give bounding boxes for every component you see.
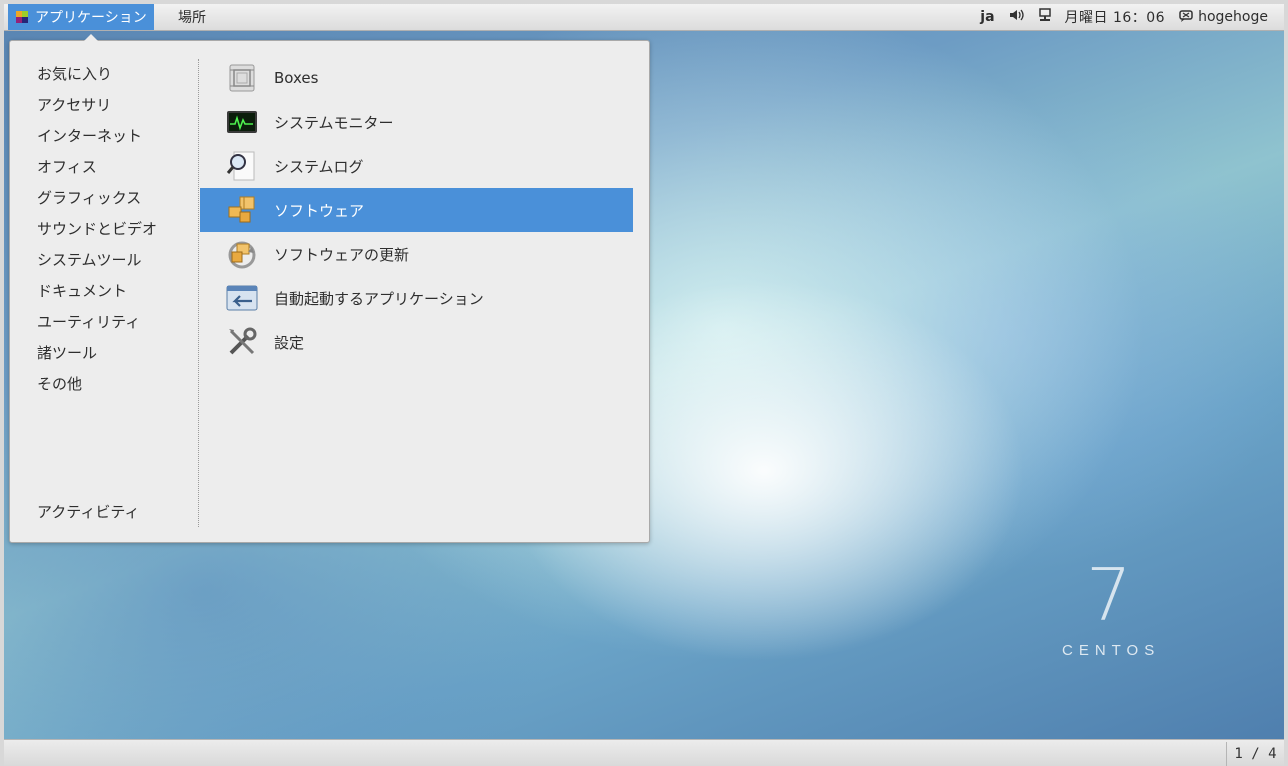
places-label: 場所 bbox=[178, 10, 206, 26]
centos-wordmark: CENTOS bbox=[1062, 642, 1161, 659]
boxes-icon bbox=[226, 62, 258, 94]
startup-apps-icon bbox=[226, 282, 258, 314]
places-menu-button[interactable]: 場所 bbox=[170, 4, 214, 30]
input-method-indicator[interactable]: ja bbox=[980, 9, 994, 25]
app-label: システムモニター bbox=[274, 113, 394, 132]
system-tray: ja 月曜日 16：06 hogehoge bbox=[966, 4, 1268, 30]
clock[interactable]: 月曜日 16：06 bbox=[1065, 7, 1166, 27]
category-internet[interactable]: インターネット bbox=[10, 121, 198, 152]
applications-menu-button[interactable]: アプリケーション bbox=[8, 4, 154, 30]
app-item-settings[interactable]: 設定 bbox=[200, 320, 633, 364]
user-menu[interactable]: hogehoge bbox=[1179, 9, 1268, 25]
app-label: ソフトウェア bbox=[274, 201, 365, 220]
user-status-icon bbox=[1179, 9, 1193, 25]
centos-version-number: 7 bbox=[1086, 553, 1132, 637]
centos-logo-icon bbox=[16, 11, 28, 23]
menu-separator bbox=[198, 59, 199, 527]
system-log-icon bbox=[226, 150, 258, 182]
volume-icon[interactable] bbox=[1009, 8, 1025, 26]
category-documents[interactable]: ドキュメント bbox=[10, 276, 198, 307]
category-graphics[interactable]: グラフィックス bbox=[10, 183, 198, 214]
category-sound-video[interactable]: サウンドとビデオ bbox=[10, 214, 198, 245]
menu-pointer-arrow bbox=[84, 34, 98, 41]
category-accessories[interactable]: アクセサリ bbox=[10, 90, 198, 121]
category-other[interactable]: その他 bbox=[10, 369, 198, 400]
category-list: お気に入り アクセサリ インターネット オフィス グラフィックス サウンドとビデ… bbox=[10, 59, 198, 400]
app-label: ソフトウェアの更新 bbox=[274, 245, 410, 264]
software-icon bbox=[226, 194, 258, 226]
category-favorites[interactable]: お気に入り bbox=[10, 59, 198, 90]
bottom-panel: 1 / 4 bbox=[4, 739, 1284, 766]
app-label: システムログ bbox=[274, 157, 364, 176]
category-sundry[interactable]: 諸ツール bbox=[10, 338, 198, 369]
software-update-icon bbox=[226, 238, 258, 270]
top-panel: アプリケーション 場所 ja 月曜日 16：06 hogehoge bbox=[4, 4, 1284, 31]
workspace-switcher[interactable]: 1 / 4 bbox=[1226, 742, 1284, 766]
user-name: hogehoge bbox=[1198, 9, 1268, 25]
app-item-system-monitor[interactable]: システムモニター bbox=[200, 100, 633, 144]
screen: アプリケーション 場所 ja 月曜日 16：06 hogehoge 7 CENT… bbox=[0, 0, 1288, 766]
app-item-software[interactable]: ソフトウェア bbox=[200, 188, 633, 232]
app-list: Boxes システムモニター システムログ ソフトウェア ソフトウェアの更新 自… bbox=[200, 56, 633, 364]
app-item-startup-applications[interactable]: 自動起動するアプリケーション bbox=[200, 276, 633, 320]
activities-overview-item[interactable]: アクティビティ bbox=[37, 501, 139, 522]
app-label: Boxes bbox=[274, 69, 319, 87]
settings-icon bbox=[226, 326, 258, 358]
applications-label: アプリケーション bbox=[35, 10, 147, 26]
applications-menu: お気に入り アクセサリ インターネット オフィス グラフィックス サウンドとビデ… bbox=[9, 34, 650, 543]
system-monitor-icon bbox=[226, 106, 258, 138]
category-utilities[interactable]: ユーティリティ bbox=[10, 307, 198, 338]
app-label: 設定 bbox=[274, 333, 305, 352]
category-office[interactable]: オフィス bbox=[10, 152, 198, 183]
app-item-boxes[interactable]: Boxes bbox=[200, 56, 633, 100]
category-system-tools[interactable]: システムツール bbox=[10, 245, 198, 276]
app-item-software-update[interactable]: ソフトウェアの更新 bbox=[200, 232, 633, 276]
app-label: 自動起動するアプリケーション bbox=[274, 289, 484, 308]
app-item-system-log[interactable]: システムログ bbox=[200, 144, 633, 188]
network-icon[interactable] bbox=[1038, 8, 1051, 26]
